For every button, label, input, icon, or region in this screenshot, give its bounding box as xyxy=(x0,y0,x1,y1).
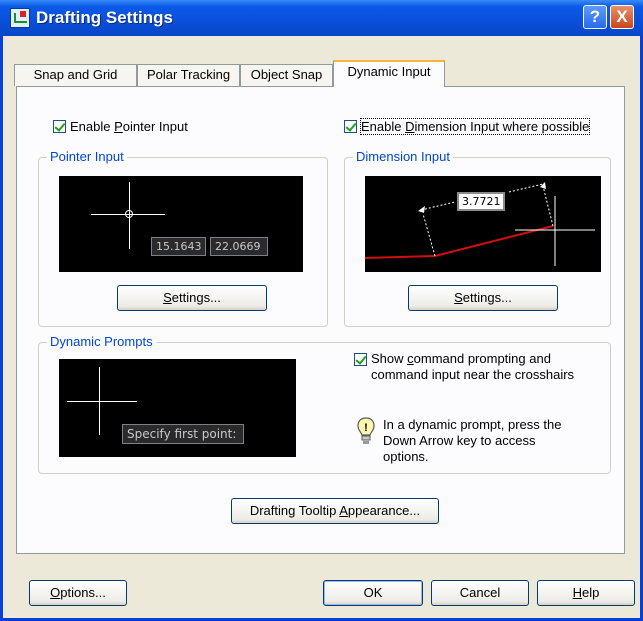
tab-snap-and-grid[interactable]: Snap and Grid xyxy=(14,64,137,86)
show-command-prompting-checkbox[interactable]: Show command prompting and command input… xyxy=(354,351,574,383)
show-command-prompting-label: Show command prompting and command input… xyxy=(371,351,575,382)
enable-pointer-input-checkbox[interactable]: Enable Pointer Input xyxy=(53,119,188,134)
crosshair-pickbox-icon xyxy=(125,210,133,218)
tab-polar-tracking[interactable]: Polar Tracking xyxy=(137,64,240,86)
drafting-app-icon xyxy=(10,8,30,28)
pointer-x-field: 15.1643 xyxy=(151,237,206,256)
crosshair-v-line xyxy=(99,367,100,435)
pointer-input-title: Pointer Input xyxy=(47,149,127,164)
drafting-tooltip-appearance-button[interactable]: Drafting Tooltip Appearance... xyxy=(231,498,439,524)
cancel-button[interactable]: Cancel xyxy=(431,580,529,606)
dimension-input-group: Dimension Input 3.7721 Settings... xyxy=(344,149,611,327)
title-bar[interactable]: Drafting Settings ? X xyxy=(0,0,643,36)
help-title-button[interactable]: ? xyxy=(583,5,607,29)
dynamic-prompts-group: Dynamic Prompts Specify first point: Sho… xyxy=(38,334,611,474)
help-button[interactable]: Help xyxy=(537,580,635,606)
options-button[interactable]: Options... xyxy=(29,580,127,606)
tab-dynamic-input[interactable]: Dynamic Input xyxy=(333,60,445,87)
pointer-y-field: 22.0669 xyxy=(210,237,268,256)
dimension-input-title: Dimension Input xyxy=(353,149,453,164)
close-button[interactable]: X xyxy=(610,5,634,29)
dynamic-prompts-preview: Specify first point: xyxy=(59,359,296,457)
dynamic-prompts-title: Dynamic Prompts xyxy=(47,334,156,349)
checkbox-checked-icon xyxy=(53,120,66,133)
drafting-settings-dialog: Drafting Settings ? X Snap and Grid Pola… xyxy=(0,0,643,621)
enable-pointer-input-label: Enable Pointer Input xyxy=(70,119,188,134)
window-title: Drafting Settings xyxy=(36,8,173,27)
dynamic-input-panel: Enable Pointer Input Enable Dimension In… xyxy=(16,86,625,554)
dimension-settings-button[interactable]: Settings... xyxy=(408,285,558,311)
checkbox-checked-icon xyxy=(354,353,367,366)
tab-object-snap[interactable]: Object Snap xyxy=(240,64,333,86)
dimension-input-preview: 3.7721 xyxy=(365,176,601,272)
crosshair-h-line xyxy=(67,401,137,402)
dimension-value-field: 3.7721 xyxy=(457,192,505,211)
prompt-tooltip: Specify first point: xyxy=(122,424,244,444)
enable-dimension-input-label: Enable Dimension Input where possible xyxy=(359,118,591,135)
dynamic-prompt-hint: In a dynamic prompt, press the Down Arro… xyxy=(383,417,562,464)
enable-dimension-input-checkbox[interactable]: Enable Dimension Input where possible xyxy=(344,118,591,135)
pointer-input-group: Pointer Input 15.1643 22.0669 Settings..… xyxy=(38,149,328,327)
svg-text:!: ! xyxy=(364,422,368,434)
pointer-settings-button[interactable]: Settings... xyxy=(117,285,267,311)
dimension-preview-graphic xyxy=(365,182,595,266)
pointer-input-preview: 15.1643 22.0669 xyxy=(59,176,303,272)
ok-button[interactable]: OK xyxy=(323,580,423,606)
checkbox-checked-icon xyxy=(344,120,357,133)
lightbulb-icon: ! xyxy=(357,417,375,444)
